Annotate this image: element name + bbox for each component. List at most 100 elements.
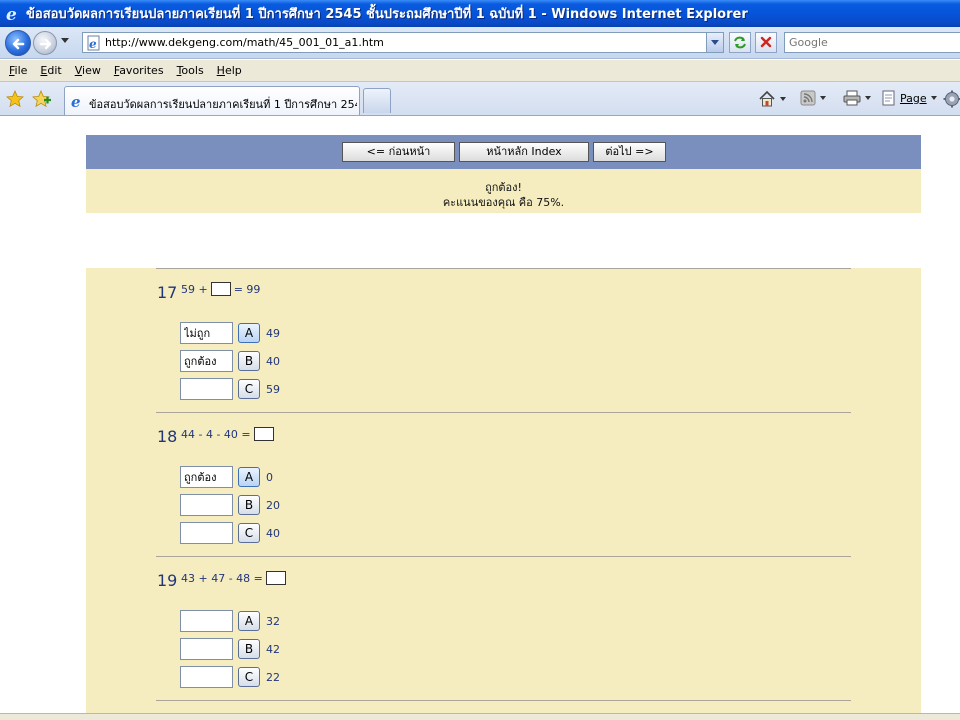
- forward-button[interactable]: [33, 31, 57, 55]
- option-a-button[interactable]: A: [238, 611, 260, 631]
- feedback-field[interactable]: [180, 322, 233, 344]
- option-value: 49: [266, 327, 280, 340]
- home-index-button[interactable]: หน้าหลัก Index: [459, 142, 589, 162]
- page-menu-label: Page: [900, 91, 927, 105]
- question-divider: [156, 268, 851, 269]
- previous-page-button[interactable]: <= ก่อนหน้า: [342, 142, 455, 162]
- svg-text:e: e: [6, 5, 17, 23]
- recent-pages-dropdown[interactable]: [61, 38, 69, 43]
- page-menu[interactable]: Page: [881, 90, 937, 106]
- svg-text:e: e: [89, 37, 97, 51]
- option-value: 22: [266, 671, 280, 684]
- url-input[interactable]: [105, 34, 695, 51]
- refresh-button[interactable]: [729, 32, 751, 53]
- option-b-button[interactable]: B: [238, 639, 260, 659]
- page-menu-icon: [882, 90, 895, 106]
- option-value: 32: [266, 615, 280, 628]
- menu-view[interactable]: View: [70, 64, 109, 77]
- option-b-button[interactable]: B: [238, 351, 260, 371]
- internet-explorer-icon: e: [6, 5, 17, 23]
- quiz-navigation-bar: <= ก่อนหน้า หน้าหลัก Index ต่อไป =>: [86, 135, 921, 169]
- menu-edit[interactable]: Edit: [35, 64, 69, 77]
- tab-quiz-page[interactable]: e ข้อสอบวัดผลการเรียนปลายภาคเรียนที่ 1 ป…: [64, 86, 360, 115]
- window-title: ข้อสอบวัดผลการเรียนปลายภาคเรียนที่ 1 ปีก…: [26, 7, 748, 22]
- chevron-down-icon: [780, 97, 786, 101]
- address-bar[interactable]: e: [82, 32, 724, 53]
- question-expression: 59 + = 99: [181, 282, 261, 296]
- score-text: คะแนนของคุณ คือ 75%.: [442, 196, 565, 209]
- question-divider: [156, 556, 851, 557]
- option-value: 20: [266, 499, 280, 512]
- window-titlebar[interactable]: e ข้อสอบวัดผลการเรียนปลายภาคเรียนที่ 1 ป…: [0, 0, 960, 27]
- menu-file[interactable]: File: [4, 64, 35, 77]
- page-icon: e: [87, 35, 100, 51]
- option-value: 42: [266, 643, 280, 656]
- option-c-button[interactable]: C: [238, 523, 260, 543]
- chevron-down-icon: [930, 96, 937, 100]
- question-divider: [156, 700, 851, 701]
- tools-gear-icon[interactable]: [943, 90, 960, 108]
- printer-icon: [843, 90, 861, 106]
- page-viewport[interactable]: <= ก่อนหน้า หน้าหลัก Index ต่อไป => ถูกต…: [0, 117, 960, 713]
- menu-bar: File Edit View Favorites Tools Help: [0, 60, 960, 82]
- feedback-field[interactable]: [180, 666, 233, 688]
- home-command[interactable]: [758, 90, 786, 108]
- chevron-down-icon: [865, 96, 871, 100]
- forward-arrow-icon: [39, 38, 52, 50]
- option-a-button[interactable]: A: [238, 467, 260, 487]
- refresh-icon: [734, 36, 746, 49]
- favorites-star-icon[interactable]: [6, 90, 24, 108]
- option-c-button[interactable]: C: [238, 667, 260, 687]
- rss-feed-icon: [800, 90, 816, 106]
- feedback-field[interactable]: [180, 350, 233, 372]
- answer-blank: [210, 282, 231, 296]
- question-expression: 43 + 47 - 48 =: [181, 571, 289, 585]
- tab-label: ข้อสอบวัดผลการเรียนปลายภาคเรียนที่ 1 ปีก…: [89, 98, 357, 111]
- add-favorites-icon[interactable]: [32, 90, 52, 108]
- option-a-button[interactable]: A: [238, 323, 260, 343]
- back-button[interactable]: [5, 30, 31, 56]
- menu-tools[interactable]: Tools: [172, 64, 212, 77]
- feedback-field[interactable]: [180, 522, 233, 544]
- svg-text:e: e: [71, 93, 81, 109]
- question-list: 17 59 + = 99 A 49 B 40 C 59 18 44 - 4 - …: [86, 268, 921, 713]
- question-number: 19: [157, 571, 178, 590]
- chevron-down-icon: [711, 40, 719, 45]
- feedback-field[interactable]: [180, 610, 233, 632]
- option-c-button[interactable]: C: [238, 379, 260, 399]
- stop-icon: [760, 36, 772, 48]
- option-value: 0: [266, 471, 273, 484]
- new-tab-button[interactable]: [363, 88, 391, 113]
- window-bottom-edge: [0, 713, 960, 720]
- feedback-field[interactable]: [180, 494, 233, 516]
- question-divider: [156, 412, 851, 413]
- ie-page-icon: e: [71, 93, 81, 109]
- question-number: 17: [157, 283, 178, 302]
- home-icon: [759, 90, 775, 107]
- feedback-field[interactable]: [180, 378, 233, 400]
- option-value: 59: [266, 383, 280, 396]
- address-toolbar: e: [0, 27, 960, 59]
- stop-button[interactable]: [755, 32, 777, 53]
- print-command[interactable]: [843, 90, 871, 106]
- menu-help[interactable]: Help: [212, 64, 250, 77]
- menu-favorites[interactable]: Favorites: [109, 64, 172, 77]
- chevron-down-icon: [820, 96, 826, 100]
- answer-blank: [253, 427, 274, 441]
- feeds-command[interactable]: [800, 90, 826, 106]
- question-expression: 44 - 4 - 40 =: [181, 427, 277, 441]
- tab-bar: e ข้อสอบวัดผลการเรียนปลายภาคเรียนที่ 1 ป…: [0, 82, 960, 116]
- next-page-button[interactable]: ต่อไป =>: [593, 142, 666, 162]
- search-box[interactable]: [784, 32, 960, 53]
- search-input[interactable]: [789, 35, 959, 50]
- score-panel: ถูกต้อง! คะแนนของคุณ คือ 75%.: [86, 169, 921, 213]
- question-number: 18: [157, 427, 178, 446]
- feedback-field[interactable]: [180, 466, 233, 488]
- address-dropdown-button[interactable]: [706, 33, 723, 52]
- answer-blank: [265, 571, 286, 585]
- feedback-field[interactable]: [180, 638, 233, 660]
- option-value: 40: [266, 527, 280, 540]
- option-value: 40: [266, 355, 280, 368]
- option-b-button[interactable]: B: [238, 495, 260, 515]
- back-arrow-icon: [12, 38, 25, 50]
